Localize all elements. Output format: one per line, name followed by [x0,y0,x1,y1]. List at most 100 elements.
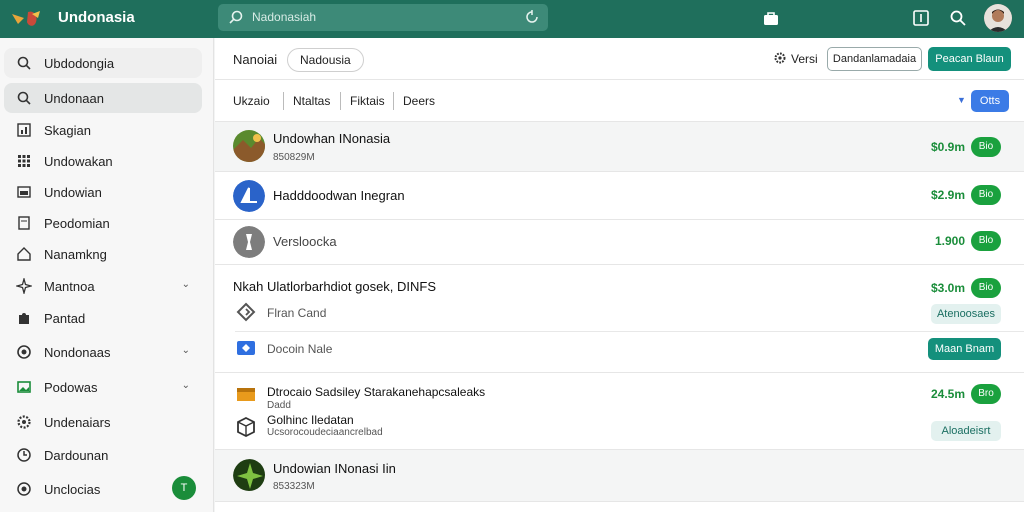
list-item[interactable]: Versloocka 1.900 Blo [215,220,1024,265]
chevron-down-icon[interactable]: ⌄ [182,345,190,356]
list-item[interactable]: Hadddoodwan Inegran $2.9m Bio [215,172,1024,220]
app-logo-icon[interactable] [10,8,50,30]
item-title: Versloocka [273,234,337,249]
sidebar-item-8[interactable]: Pantad [4,303,202,333]
bag-icon[interactable] [762,9,780,27]
sidebar-item-1[interactable]: Undonaan [4,83,202,113]
sidebar-item-3[interactable]: Undowakan [4,146,202,176]
sidebar-item-7[interactable]: Mantnoa ⌄ [4,271,202,301]
item-title: Undowhan INonasia [273,131,391,146]
sidebar-item-label: Peodomian [44,216,110,231]
status-pill[interactable]: Bio [971,185,1001,205]
search-icon[interactable] [949,9,967,27]
avatar[interactable] [984,4,1012,32]
list-item[interactable]: Undowhan INonasia 850829M $0.9m Bio [215,122,1024,172]
version-label[interactable]: Versi [791,52,818,66]
options-button[interactable]: Otts [971,90,1009,112]
chevron-down-icon[interactable]: ⌄ [182,380,190,391]
window-icon[interactable] [912,9,930,27]
status-pill[interactable]: Bro [971,384,1001,404]
docs-icon [237,341,255,355]
sidebar-item-0[interactable]: Ubdodongia [4,48,202,78]
item-thumbnail [233,180,265,212]
cube-icon [237,416,255,438]
tab-2[interactable]: Fiktais [350,94,385,108]
package-icon [237,388,255,401]
tab-separator [393,92,394,110]
search-bar[interactable]: Nadonasiah [218,4,548,31]
filter-chip[interactable]: Nadousia [287,48,364,72]
sidebar-item-11[interactable]: Undenaiars [4,407,202,437]
sidebar-item-12[interactable]: Dardounan [4,440,202,470]
document-icon [18,216,30,230]
item-title: Hadddoodwan Inegran [273,188,405,203]
sidebar-item-10[interactable]: Podowas ⌄ [4,372,202,402]
sidebar-item-13[interactable]: Unclocias T [4,474,202,504]
secondary-button[interactable]: Dandanlamadaia [827,47,922,71]
tab-1[interactable]: Ntaltas [293,94,330,108]
item-thumbnail [233,226,265,258]
search-icon [17,91,31,105]
item-thumbnail [233,130,265,162]
item-price: 24.5m [930,387,965,401]
sidebar-item-6[interactable]: Nanamkng [4,239,202,269]
item-button[interactable]: Aloadeisrt [931,421,1001,441]
primary-button[interactable]: Peacan Blaun [928,47,1011,71]
diamond-icon [236,302,256,322]
list-item[interactable]: Dtrocaio Sadsiley Starakanehapcsaleaks D… [215,373,1024,450]
status-pill[interactable]: Bio [971,278,1001,298]
tab-separator [340,92,341,110]
header-row: Nanoiai Nadousia Versi Dandanlamadaia Pe… [215,38,1024,80]
gear-icon[interactable] [773,51,787,65]
top-bar: Undonasia Nadonasiah [0,0,1024,38]
item-subtitle: Ucsorocoudeciaancrelbad [267,427,383,438]
chevron-down-icon[interactable]: ⌄ [182,279,190,290]
tab-separator [283,92,284,110]
item-title: Nkah Ulatlorbarhdiot gosek, DINFS [233,279,437,294]
grid-icon [18,155,30,167]
sidebar-item-label: Nanamkng [44,247,107,262]
puzzle-icon [19,313,29,324]
sparkle-icon [16,278,32,294]
gear-icon [17,415,31,429]
item-price: $2.9m [930,188,965,202]
item-title: Undowian INonasi Iin [273,461,396,476]
main-panel: Nanoiai Nadousia Versi Dandanlamadaia Pe… [215,38,1024,512]
sidebar-item-label: Dardounan [44,448,109,463]
sidebar-item-2[interactable]: Skagian [4,115,202,145]
image-icon [17,186,31,198]
tabs-row: Ukzaio Ntaltas Fiktais Deers ▼ Otts [215,80,1024,122]
page-title: Nanoiai [233,52,278,67]
home-icon [17,247,31,261]
item-subtitle: 853323M [273,481,315,492]
item-price: 1.900 [934,234,965,248]
sidebar: Ubdodongia Undonaan Skagian Undowakan Un… [0,38,214,512]
sidebar-item-4[interactable]: Undowian [4,177,202,207]
chevron-down-icon[interactable]: ▼ [957,95,966,105]
globe-icon [17,482,31,496]
sidebar-item-label: Undenaiars [44,415,111,430]
item-price: $0.9m [930,140,965,154]
sub-item-label: Docoin Nale [267,342,333,356]
tab-0[interactable]: Ukzaio [233,94,270,108]
sidebar-item-label: Ubdodongia [44,56,115,71]
status-pill[interactable]: Bio [971,137,1001,157]
search-icon [229,10,243,24]
sub-item-button[interactable]: Atenoosaes [931,304,1001,324]
status-pill[interactable]: Blo [971,231,1001,251]
list-item[interactable]: Nkah Ulatlorbarhdiot gosek, DINFS $3.0m … [215,265,1024,373]
notification-badge[interactable]: T [172,476,196,500]
item-title: Golhinc Iledatan [267,413,354,427]
app-title: Undonasia [58,9,135,26]
sidebar-item-5[interactable]: Peodomian [4,208,202,238]
sub-item-label: Flran Cand [267,306,327,320]
list-item[interactable]: Undowian INonasi Iin 853323M [215,450,1024,502]
sidebar-item-label: Mantnoa [44,279,95,294]
refresh-icon[interactable] [524,9,540,25]
item-subtitle: Dadd [267,400,291,411]
sub-item-button[interactable]: Maan Bnam [928,338,1001,360]
tab-3[interactable]: Deers [403,94,435,108]
item-title: Dtrocaio Sadsiley Starakanehapcsaleaks [267,385,486,399]
sidebar-item-9[interactable]: Nondonaas ⌄ [4,337,202,367]
item-subtitle: 850829M [273,152,315,163]
